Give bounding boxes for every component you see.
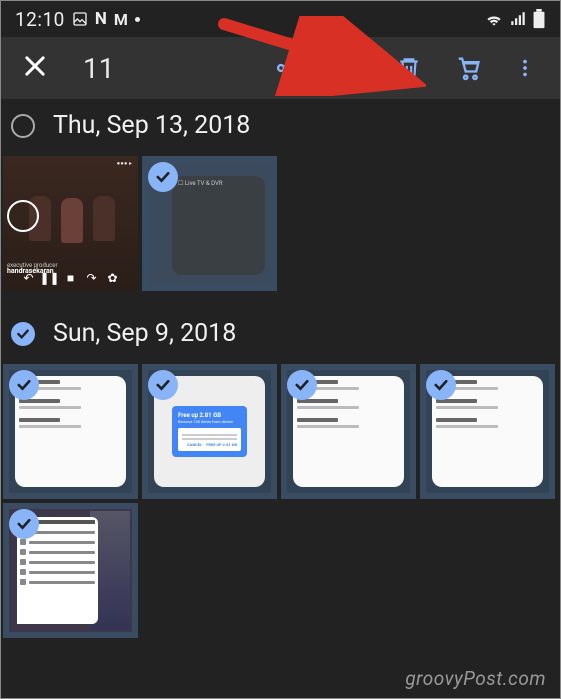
photo-grid: Free up 2.81 GB Remove 102 items from de…	[1, 362, 560, 658]
date-label: Sun, Sep 9, 2018	[53, 319, 236, 348]
photo-thumbnail[interactable]	[3, 503, 138, 638]
delete-button[interactable]	[384, 47, 434, 89]
selected-check-icon[interactable]	[287, 370, 317, 400]
watermark-text: groovyPost.com	[405, 667, 546, 690]
battery-icon	[532, 9, 546, 29]
photo-thumbnail[interactable]: ☐ Live TV & DVR	[142, 156, 277, 291]
forward-icon: ↷	[85, 271, 99, 285]
signal-icon	[509, 10, 527, 28]
selected-check-icon[interactable]	[148, 162, 178, 192]
wifi-icon	[484, 9, 504, 29]
image-icon	[72, 11, 88, 27]
add-button[interactable]	[322, 45, 376, 91]
status-bar: 12:10 N M	[1, 1, 560, 37]
date-select-checkbox[interactable]	[11, 114, 35, 138]
selected-check-icon[interactable]	[148, 370, 178, 400]
overflow-menu-button[interactable]	[502, 49, 548, 87]
video-controls: ↶ ❚❚ ■ ↷ ✿	[3, 271, 138, 285]
gmail-icon: M	[114, 10, 128, 29]
selection-count: 11	[83, 52, 114, 85]
photo-thumbnail[interactable]	[3, 364, 138, 499]
date-label: Thu, Sep 13, 2018	[53, 111, 250, 140]
photo-thumbnail[interactable]	[281, 364, 416, 499]
photo-thumbnail[interactable]: Free up 2.81 GB Remove 102 items from de…	[142, 364, 277, 499]
netflix-icon: N	[95, 9, 107, 29]
pause-icon: ❚❚	[43, 271, 57, 285]
photo-list: Thu, Sep 13, 2018 ●●● ▸ executive produc…	[1, 99, 560, 658]
photo-thumbnail[interactable]: ●●● ▸ executive producer handrasekaran ↶…	[3, 156, 138, 291]
settings-icon: ✿	[106, 271, 120, 285]
date-header[interactable]: Sun, Sep 9, 2018	[1, 311, 560, 362]
date-select-checkbox[interactable]	[11, 322, 35, 346]
selected-check-icon[interactable]	[9, 370, 39, 400]
stop-icon: ■	[64, 271, 78, 285]
selected-check-icon[interactable]	[426, 370, 456, 400]
date-header[interactable]: Thu, Sep 13, 2018	[1, 103, 560, 154]
photo-grid: ●●● ▸ executive producer handrasekaran ↶…	[1, 154, 560, 311]
share-button[interactable]	[262, 46, 314, 90]
selection-app-bar: 11	[1, 37, 560, 99]
clock-text: 12:10	[15, 8, 65, 31]
photo-thumbnail[interactable]	[420, 364, 555, 499]
selected-check-icon[interactable]	[9, 509, 39, 539]
rewind-icon: ↶	[22, 271, 36, 285]
more-notifications-dot-icon	[135, 17, 140, 22]
close-button[interactable]	[13, 44, 57, 92]
cart-button[interactable]	[442, 46, 494, 90]
live-circle-icon	[7, 200, 39, 232]
